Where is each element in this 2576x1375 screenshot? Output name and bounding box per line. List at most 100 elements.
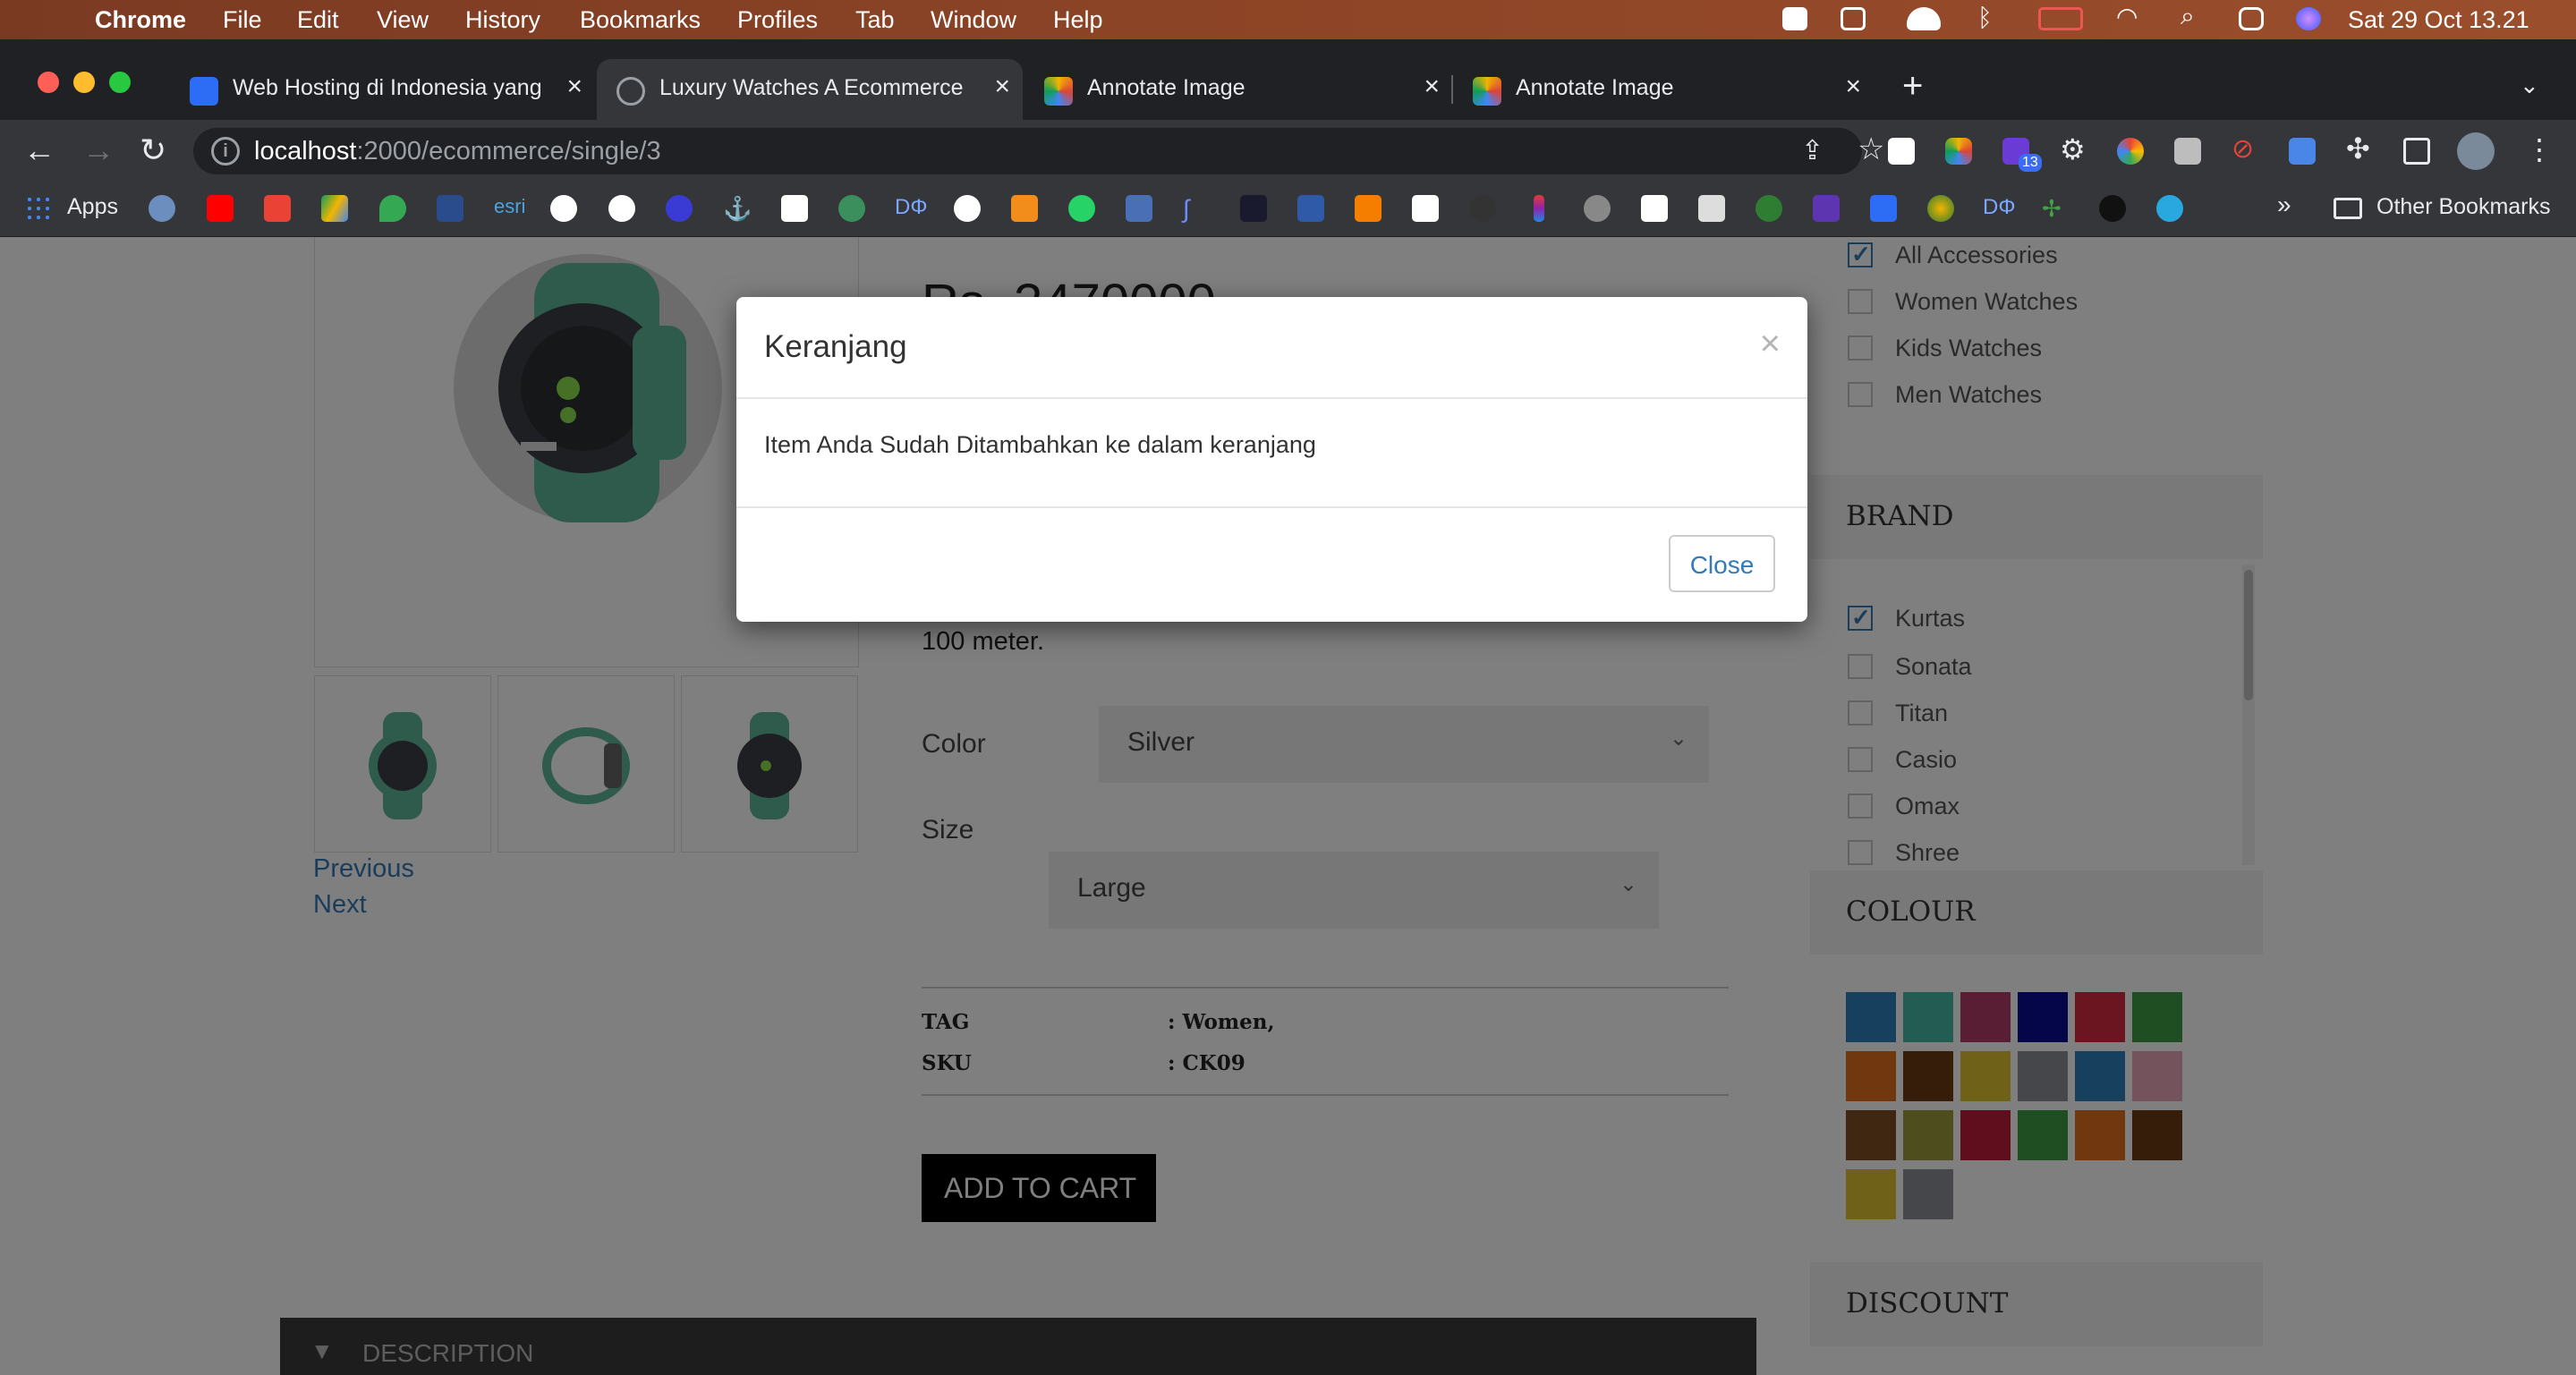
emblem-2-bookmark-icon[interactable] — [1927, 195, 1954, 222]
b-bookmark-icon[interactable] — [1297, 195, 1324, 222]
dark-bookmark-icon[interactable] — [1469, 195, 1496, 222]
color-picker-extension-icon[interactable] — [2117, 138, 2144, 165]
menu-view[interactable]: View — [377, 6, 429, 34]
tab-annotate-image-1[interactable]: Annotate Image × — [1024, 59, 1452, 120]
menu-file[interactable]: File — [223, 6, 262, 34]
address-bar[interactable]: i localhost:2000/ecommerce/single/3 ⇪ ☆ — [193, 128, 1884, 174]
p-circle-bookmark-icon[interactable] — [2156, 195, 2183, 222]
chrome-menu-icon[interactable]: ⋮ — [2525, 132, 2554, 166]
notes-extension-icon[interactable] — [1888, 138, 1915, 165]
tab-close-icon[interactable]: × — [1424, 72, 1440, 102]
whatsapp-bookmark-icon[interactable] — [1068, 195, 1095, 222]
back-arrow-icon[interactable]: ← — [23, 134, 55, 166]
dphi-2-bookmark-icon[interactable]: DΦ — [1983, 195, 2019, 222]
modal-header-divider — [736, 397, 1807, 399]
colorbar-bookmark-icon[interactable] — [1534, 195, 1544, 222]
site-info-icon[interactable]: i — [211, 137, 240, 166]
menu-window[interactable]: Window — [931, 6, 1016, 34]
seal-bookmark-icon[interactable] — [550, 195, 577, 222]
lambda-bookmark-icon[interactable] — [1240, 195, 1267, 222]
tab-search-chevron-icon[interactable]: ⌄ — [2520, 72, 2539, 99]
bluetooth-icon[interactable]: ᛒ — [1977, 4, 2002, 31]
green-circle-bookmark-icon[interactable] — [1756, 195, 1782, 222]
emblem-bookmark-icon[interactable] — [608, 195, 635, 222]
tab-luxury-watches[interactable]: Luxury Watches A Ecommerce × — [597, 59, 1023, 120]
menu-app-name[interactable]: Chrome — [95, 6, 186, 34]
g-bookmark-icon[interactable] — [1412, 195, 1439, 222]
google-maps-bookmark-icon[interactable] — [379, 195, 406, 222]
side-panel-icon[interactable] — [2403, 138, 2430, 165]
tab-close-icon[interactable]: × — [1845, 72, 1861, 102]
annotate-extension-icon[interactable] — [1945, 138, 1972, 165]
bookmark-star-icon[interactable]: ☆ — [1858, 132, 1884, 167]
modal-title: Keranjang — [764, 329, 907, 364]
p-bookmark-icon[interactable] — [781, 195, 808, 222]
apps-grid-icon[interactable] — [25, 195, 52, 222]
gj-bookmark-icon[interactable] — [2099, 195, 2126, 222]
menu-tab[interactable]: Tab — [855, 6, 895, 34]
globe-bookmark-icon[interactable] — [149, 195, 175, 222]
grid-bookmark-icon[interactable] — [1698, 195, 1725, 222]
new-tab-plus-icon[interactable]: + — [1902, 66, 1923, 106]
globe-green-bookmark-icon[interactable] — [838, 195, 865, 222]
tab-web-hosting[interactable]: Web Hosting di Indonesia yang × — [170, 59, 595, 120]
tab-close-icon[interactable]: × — [994, 72, 1010, 102]
google-drive-bookmark-icon[interactable] — [321, 195, 348, 222]
menu-profiles[interactable]: Profiles — [737, 6, 818, 34]
modal-message: Item Anda Sudah Ditambahkan ke dalam ker… — [764, 431, 1316, 458]
reload-icon[interactable]: ↻ — [140, 134, 166, 166]
map-bookmark-icon[interactable] — [1641, 195, 1668, 222]
menu-edit[interactable]: Edit — [297, 6, 339, 34]
bookmarks-overflow-chevron[interactable]: » — [2277, 191, 2291, 219]
battery-icon[interactable] — [2038, 7, 2083, 30]
print-extension-icon[interactable] — [2174, 138, 2201, 165]
other-bookmarks[interactable]: Other Bookmarks — [2376, 194, 2551, 220]
menu-help[interactable]: Help — [1053, 6, 1103, 34]
web-bookmark-icon[interactable] — [1584, 195, 1611, 222]
url-text[interactable]: localhost:2000/ecommerce/single/3 — [254, 137, 661, 166]
globe-map-bookmark-icon[interactable] — [437, 195, 463, 222]
purple-bookmark-icon[interactable] — [1813, 195, 1840, 222]
blue-bookmark-icon[interactable] — [1126, 195, 1152, 222]
orange-bookmark-icon[interactable] — [1011, 195, 1038, 222]
window-close-button[interactable] — [38, 72, 59, 93]
youtube-bookmark-icon[interactable] — [207, 195, 234, 222]
apps-bookmark[interactable]: Apps — [67, 194, 118, 220]
dphi-bookmark-icon[interactable]: DΦ — [895, 195, 931, 222]
globe-favicon-icon — [616, 77, 645, 106]
cloud-icon[interactable] — [1907, 7, 1941, 30]
gmail-bookmark-icon[interactable] — [264, 195, 291, 222]
wave-bookmark-icon[interactable] — [1870, 195, 1897, 222]
menu-clock[interactable]: Sat 29 Oct 13.21 — [2348, 6, 2529, 34]
menu-history[interactable]: History — [465, 6, 540, 34]
github-bookmark-icon[interactable] — [954, 195, 981, 222]
blogger-bookmark-icon[interactable] — [1355, 195, 1382, 222]
plant-bookmark-icon[interactable]: ✢ — [2042, 195, 2069, 222]
facetime-icon[interactable] — [1782, 7, 1807, 30]
no-eye-extension-icon[interactable]: ⊘ — [2232, 133, 2258, 164]
esri-bookmark-icon[interactable]: esri — [494, 195, 530, 222]
forward-arrow-icon[interactable]: → — [82, 134, 115, 166]
spotlight-search-icon[interactable]: ⌕ — [2181, 2, 2206, 30]
profile-avatar[interactable] — [2457, 132, 2495, 170]
drive-status-icon[interactable] — [1841, 7, 1866, 30]
window-minimize-button[interactable] — [73, 72, 95, 93]
window-zoom-button[interactable] — [109, 72, 131, 93]
siri-icon[interactable] — [2296, 7, 2321, 30]
wifi-icon[interactable]: ◠ — [2116, 2, 2141, 30]
share-icon[interactable]: ⇪ — [1801, 135, 1824, 166]
tab-title: Luxury Watches A Ecommerce — [659, 75, 964, 100]
badge-56-bookmark-icon[interactable] — [666, 195, 693, 222]
annotate-favicon-icon — [1473, 77, 1501, 106]
tab-annotate-image-2[interactable]: Annotate Image × — [1453, 59, 1874, 120]
script-bookmark-icon[interactable]: ∫ — [1183, 195, 1210, 223]
anchor-bookmark-icon[interactable]: ⚓ — [723, 195, 752, 222]
control-center-icon[interactable] — [2239, 7, 2264, 30]
tab-close-icon[interactable]: × — [566, 72, 582, 102]
modal-close-button[interactable]: Close — [1669, 535, 1775, 592]
modal-close-icon[interactable]: × — [1760, 324, 1781, 364]
menu-bookmarks[interactable]: Bookmarks — [580, 6, 701, 34]
gear-extension-icon[interactable]: ⚙ — [2060, 132, 2087, 166]
translate-extension-icon[interactable] — [2289, 138, 2316, 165]
puzzle-extensions-icon[interactable]: ✣ — [2346, 132, 2373, 165]
